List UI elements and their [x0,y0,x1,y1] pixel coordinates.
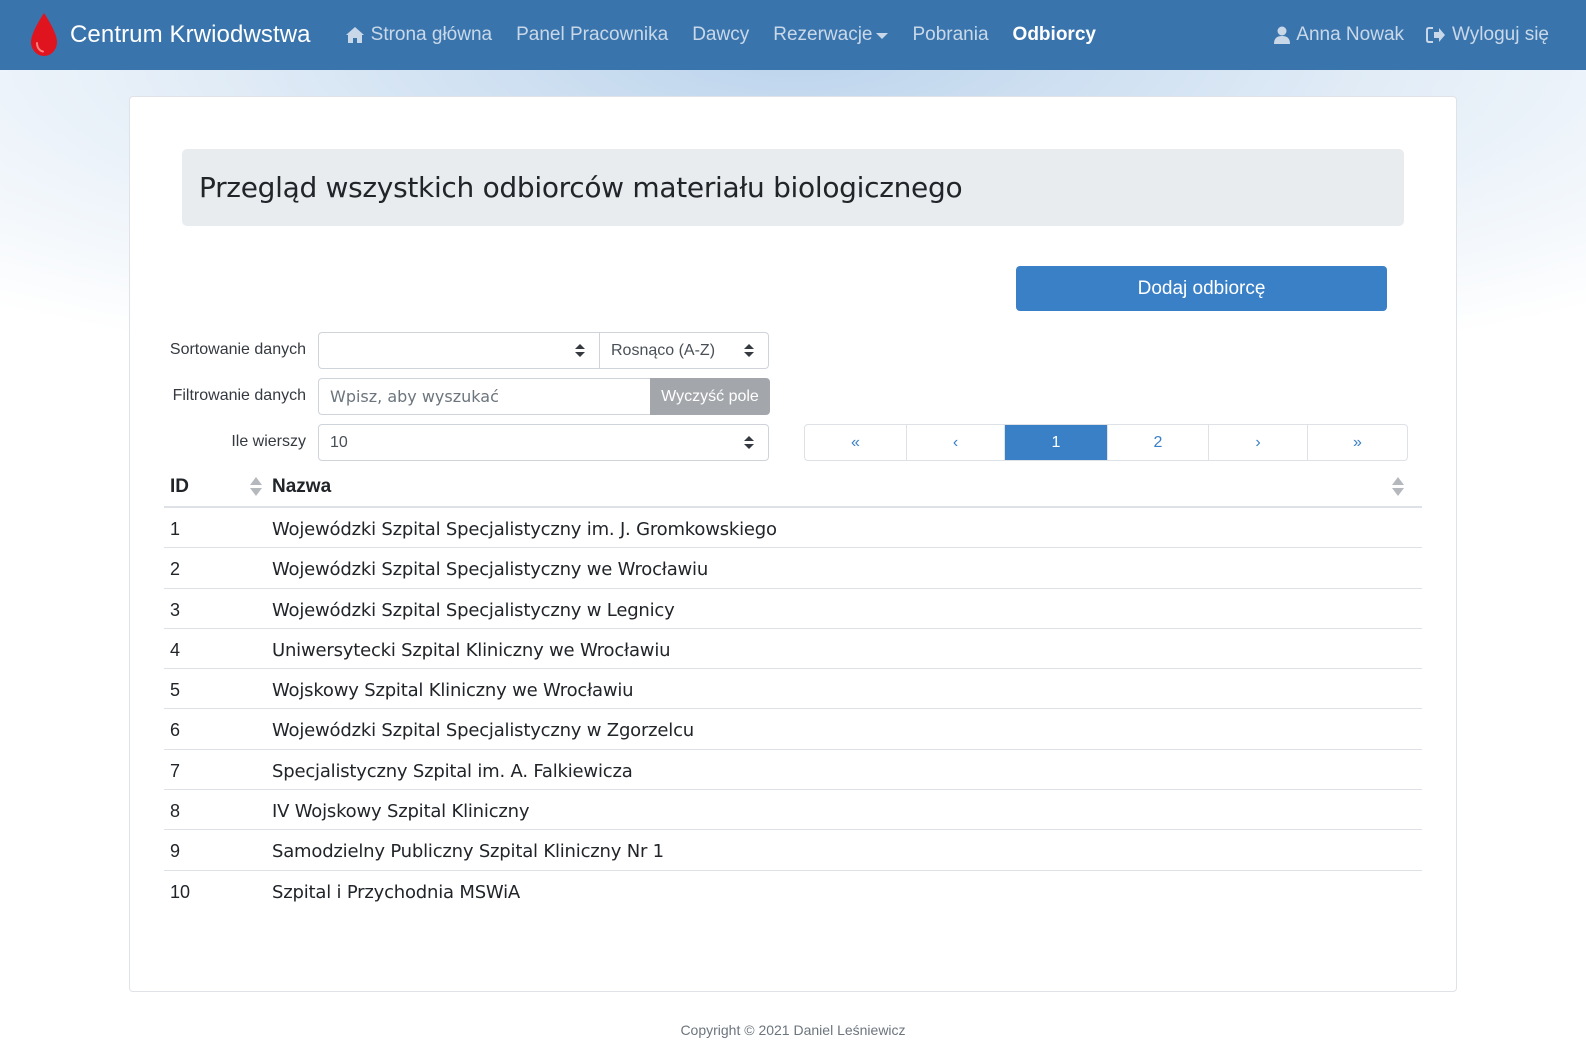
cell-name: Wojewódzki Szpital Specjalistyczny we Wr… [272,559,709,581]
cell-name: IV Wojskowy Szpital Kliniczny [272,801,530,823]
rows-per-page-value: 10 [330,433,348,451]
footer-copyright: Copyright © 2021 Daniel Leśniewicz [680,1022,906,1038]
table-row[interactable]: 7 Specjalistyczny Szpital im. A. Falkiewi… [164,750,1422,791]
select-arrows-icon [575,344,585,358]
clear-filter-button[interactable]: Wyczyść pole [650,378,770,415]
table-row[interactable]: 1 Wojewódzki Szpital Specjalistyczny im. … [164,508,1422,549]
table-row[interactable]: 3 Wojewódzki Szpital Specjalistyczny w Le… [164,589,1422,629]
page-2[interactable]: 2 [1107,425,1208,460]
cell-id: 3 [170,599,181,620]
cell-id: 7 [170,760,181,781]
cell-name: Wojewódzki Szpital Specjalistyczny w Leg… [272,599,675,621]
nav-reservations-dropdown[interactable]: Rezerwacje [761,24,900,46]
nav-logout[interactable]: Wyloguj się [1415,24,1560,46]
page-first[interactable]: « [805,425,906,460]
content-card: Przegląd wszystkich odbiorców materiału … [129,96,1457,992]
nav-reservations-label: Rezerwacje [773,24,873,45]
sort-field-select[interactable] [318,332,600,369]
brand-title: Centrum Krwiodwstwa [70,21,311,48]
cell-name: Specjalistyczny Szpital im. A. Falkiewic… [272,760,633,782]
cell-name: Samodzielny Publiczny Szpital Kliniczny … [272,841,664,863]
column-header-name[interactable]: Nazwa [272,476,331,498]
brand-link[interactable]: Centrum Krwiodwstwa [28,0,311,70]
column-header-id[interactable]: ID [170,476,189,498]
caret-down-icon [876,33,889,39]
cell-name: Wojewódzki Szpital Specjalistyczny w Zgo… [272,720,695,742]
sort-order-value: Rosnąco (A-Z) [611,341,716,359]
nav-recipients[interactable]: Odbiorcy [1001,24,1108,46]
top-navbar: Centrum Krwiodwstwa Strona główna Panel … [0,0,1586,70]
user-nav: Anna Nowak Wyloguj się [1263,0,1560,70]
cell-id: 10 [170,881,191,902]
rows-per-page-select[interactable]: 10 [318,424,769,461]
cell-id: 4 [170,639,181,660]
cell-name: Wojskowy Szpital Kliniczny we Wrocławiu [272,680,634,702]
sign-out-icon [1426,26,1446,44]
blood-drop-icon [31,13,57,56]
table-row[interactable]: 8 IV Wojskowy Szpital Kliniczny [164,790,1422,831]
table-row[interactable]: 5 Wojskowy Szpital Kliniczny we Wrocławiu [164,669,1422,710]
table-body: 1 Wojewódzki Szpital Specjalistyczny im. … [164,508,1422,911]
page-header: Przegląd wszystkich odbiorców materiału … [182,149,1404,226]
nav-user-label: Anna Nowak [1296,24,1405,45]
cell-id: 6 [170,720,181,741]
sort-order-select[interactable]: Rosnąco (A-Z) [599,332,769,369]
sort-label: Sortowanie danych [169,341,306,358]
table-row[interactable]: 9 Samodzielny Publiczny Szpital Kliniczny… [164,830,1422,871]
cell-name: Szpital i Przychodnia MSWiA [272,881,521,903]
nav-user[interactable]: Anna Nowak [1263,24,1415,46]
cell-name: Uniwersytecki Szpital Kliniczny we Wrocł… [272,639,671,661]
table-header: ID Nazwa [164,466,1422,508]
home-icon [345,26,365,44]
page-last[interactable]: » [1307,425,1407,460]
cell-id: 8 [170,801,181,822]
cell-id: 2 [170,559,181,580]
page-next[interactable]: › [1208,425,1307,460]
filter-label: Filtrowanie danych [172,387,306,404]
nav-panel[interactable]: Panel Pracownika [504,24,680,46]
nav-home[interactable]: Strona główna [333,24,504,46]
nav-donors[interactable]: Dawcy [680,24,761,46]
cell-id: 5 [170,680,181,701]
pagination: « ‹ 1 2 › » [804,424,1408,461]
page-1[interactable]: 1 [1004,425,1107,460]
rows-label: Ile wierszy [231,433,306,450]
user-icon [1274,26,1291,44]
cell-id: 1 [170,519,181,539]
nav-logout-label: Wyloguj się [1452,24,1549,45]
add-recipient-button[interactable]: Dodaj odbiorcę [1016,266,1387,311]
nav-collections[interactable]: Pobrania [900,24,1000,46]
table-row[interactable]: 6 Wojewódzki Szpital Specjalistyczny w Zg… [164,709,1422,750]
nav-home-label: Strona główna [370,24,493,45]
main-nav: Strona główna Panel Pracownika Dawcy Rez… [333,0,1108,70]
page-prev[interactable]: ‹ [906,425,1004,460]
filter-input[interactable]: Wpisz, aby wyszukać [318,378,651,415]
sort-arrows-icon[interactable] [1392,477,1404,497]
cell-name: Wojewódzki Szpital Specjalistyczny im. J… [272,519,777,540]
select-arrows-icon [744,436,754,450]
table-row[interactable]: 10 Szpital i Przychodnia MSWiA [164,871,1422,911]
recipients-table: ID Nazwa 1 Wojewódzki Szpital Specjalisty… [164,466,1422,911]
cell-id: 9 [170,841,181,862]
page-title: Przegląd wszystkich odbiorców materiału … [199,171,963,204]
table-row[interactable]: 2 Wojewódzki Szpital Specjalistyczny we W… [164,548,1422,589]
select-arrows-icon [744,344,754,358]
sort-arrows-icon[interactable] [250,477,262,497]
table-row[interactable]: 4 Uniwersytecki Szpital Kliniczny we Wroc… [164,629,1422,670]
